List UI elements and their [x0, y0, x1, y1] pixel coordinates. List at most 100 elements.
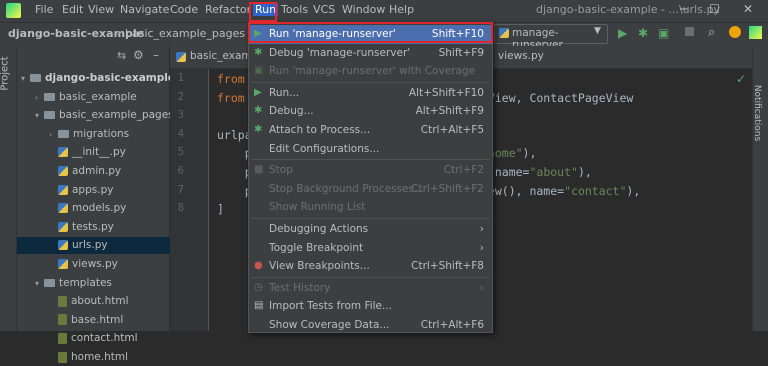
tree-item-label: basic_example [59, 90, 137, 103]
run-item-highlight [248, 22, 493, 43]
stop-icon[interactable] [685, 27, 694, 36]
tree-item[interactable]: home.html [17, 349, 201, 366]
notifications-label[interactable]: Notifications [752, 85, 762, 141]
tree-item-label: models.py [72, 202, 127, 215]
menu-separator [251, 81, 490, 83]
breadcrumb-project[interactable]: django-basic-example [8, 27, 144, 40]
menu-item-stop[interactable]: ■ Stop Ctrl+F2 [249, 161, 492, 180]
menu-item-debug[interactable]: ✱ Debug... Alt+Shift+F9 [249, 102, 492, 121]
debug-icon[interactable]: ✱ [638, 26, 648, 40]
tree-item-label: admin.py [72, 165, 122, 177]
menu-item-view-breakpoints[interactable]: ● View Breakpoints... Ctrl+Shift+F8 [249, 257, 492, 276]
tab-basic-example[interactable]: basic_examp [170, 46, 258, 68]
menu-refactor[interactable]: Refactor [205, 3, 251, 16]
menu-item-attach-to-process[interactable]: ✱ Attach to Process... Ctrl+Alt+F5 [249, 121, 492, 140]
menu-navigate[interactable]: Navigate [120, 3, 169, 16]
app-logo [6, 3, 21, 18]
menu-item-shortcut: Ctrl+Shift+F8 [411, 260, 484, 273]
expand-arrow-icon[interactable]: ▾ [35, 107, 44, 124]
tree-item[interactable]: ▾django-basic-exampleD: [17, 70, 191, 87]
tree-item[interactable]: ▾ templates [17, 275, 187, 292]
tree-item-label: migrations [73, 127, 130, 140]
hide-panel-icon[interactable]: – [153, 48, 159, 62]
project-panel: ⇆ ⚙ – ▾django-basic-exampleD: › basic_exam… [17, 46, 201, 363]
tree-item[interactable]: › basic_example [17, 89, 187, 106]
code-line: p [217, 165, 252, 179]
menu-help[interactable]: Help [389, 3, 414, 16]
menu-item-label: Run... [269, 86, 300, 99]
menu-item-show-coverage-data[interactable]: Show Coverage Data... Ctrl+Alt+F6 [249, 316, 492, 335]
coverage-icon[interactable]: ▣ [658, 26, 669, 40]
right-tool-strip: Notifications [752, 46, 768, 331]
menu-view[interactable]: View [88, 3, 114, 16]
menu-tools[interactable]: Tools [281, 3, 308, 16]
code-line: from [217, 72, 245, 86]
run-config-dropdown[interactable]: manage-runserver ▼ [494, 24, 608, 51]
menu-separator [251, 159, 490, 161]
menu-item-debug-manage-runserver[interactable]: ✱ Debug 'manage-runserver' Shift+F9 [249, 44, 492, 63]
breadcrumb-folder[interactable]: basic_example_pages [125, 27, 245, 40]
menu-window[interactable]: Window [342, 3, 385, 16]
python-file-icon [58, 221, 68, 232]
menu-item-stop-background-processes[interactable]: Stop Background Processes... Ctrl+Shift+F… [249, 180, 492, 199]
menu-item-toggle-breakpoint[interactable]: Toggle Breakpoint › [249, 239, 492, 258]
html-file-icon [58, 351, 67, 363]
expand-arrow-icon[interactable]: ▾ [35, 275, 44, 292]
menu-item-run-manage-runserver-with-coverage[interactable]: ▣ Run 'manage-runserver' with Coverage [249, 62, 492, 81]
menu-separator [251, 276, 490, 278]
collapse-all-icon[interactable]: ⇆ [117, 49, 126, 62]
minimize-icon[interactable]: ─ [680, 2, 687, 16]
expand-arrow-icon[interactable]: ▾ [21, 70, 30, 87]
menu-vcs[interactable]: VCS [313, 3, 335, 16]
menu-item-shortcut: Ctrl+Alt+F5 [420, 124, 484, 136]
tree-item-label: about.html [71, 295, 129, 308]
run-icon: ▶ [254, 86, 262, 98]
project-tool-button[interactable]: Project [0, 52, 14, 96]
tab-label: views.py [498, 50, 544, 62]
folder-icon [44, 111, 55, 120]
menu-item-label: Edit Configurations... [269, 142, 380, 155]
history-icon: ◷ [254, 281, 263, 293]
tree-item-label: views.py [72, 258, 118, 270]
tree-item[interactable]: contact.html [17, 330, 201, 347]
menu-item-debugging-actions[interactable]: Debugging Actions › [249, 220, 492, 239]
gear-icon[interactable]: ⚙ [133, 48, 144, 62]
code-line-tail: , name="about"), [481, 165, 592, 179]
code-line: urlpa [217, 127, 252, 142]
menu-edit[interactable]: Edit [62, 3, 83, 16]
menu-item-edit-configurations[interactable]: Edit Configurations... [249, 140, 492, 159]
menu-item-shortcut: Alt+Shift+F10 [408, 86, 484, 99]
project-tool-label: Project [0, 56, 11, 91]
close-icon[interactable]: ✕ [743, 2, 753, 16]
menu-item-run[interactable]: ▶ Run... Alt+Shift+F10 [249, 84, 492, 103]
inspection-ok-icon: ✓ [736, 72, 747, 86]
line-number: 8 [177, 202, 184, 215]
menu-item-shortcut: Alt+Shift+F9 [415, 105, 484, 118]
run-icon[interactable]: ▶ [618, 26, 627, 40]
expand-arrow-icon[interactable]: › [49, 126, 58, 143]
search-icon[interactable]: ⌕ [708, 25, 715, 40]
breadcrumb-separator-icon: › [116, 26, 121, 39]
python-file-icon [58, 240, 68, 251]
maximize-icon[interactable]: ☐ [709, 2, 720, 16]
window-title: django-basic-example - ...\urls.py [536, 3, 720, 16]
menu-item-show-running-list[interactable]: Show Running List [249, 198, 492, 217]
menu-code[interactable]: Code [170, 3, 198, 16]
python-file-icon [58, 147, 68, 158]
python-file-icon [58, 203, 68, 214]
ide-logo-icon[interactable] [749, 26, 762, 39]
menu-file[interactable]: File [35, 3, 53, 16]
tab-views[interactable]: views.py [492, 46, 552, 68]
line-number: 7 [177, 183, 184, 196]
python-file-icon [58, 259, 68, 269]
folder-icon [44, 92, 55, 101]
menu-item-test-history[interactable]: ◷ Test History › [249, 279, 492, 298]
tree-item[interactable]: ▾ basic_example_pages [17, 107, 187, 124]
python-icon [499, 28, 509, 38]
editor-gutter: 1 2 3 4 5 6 7 8 [170, 69, 209, 331]
menu-item-label: Debug... [269, 105, 314, 118]
update-icon[interactable] [729, 26, 741, 38]
submenu-arrow-icon: › [479, 281, 484, 294]
menu-item-import-tests-from-file[interactable]: ▤ Import Tests from File... [249, 297, 492, 316]
expand-arrow-icon[interactable]: › [35, 89, 44, 106]
